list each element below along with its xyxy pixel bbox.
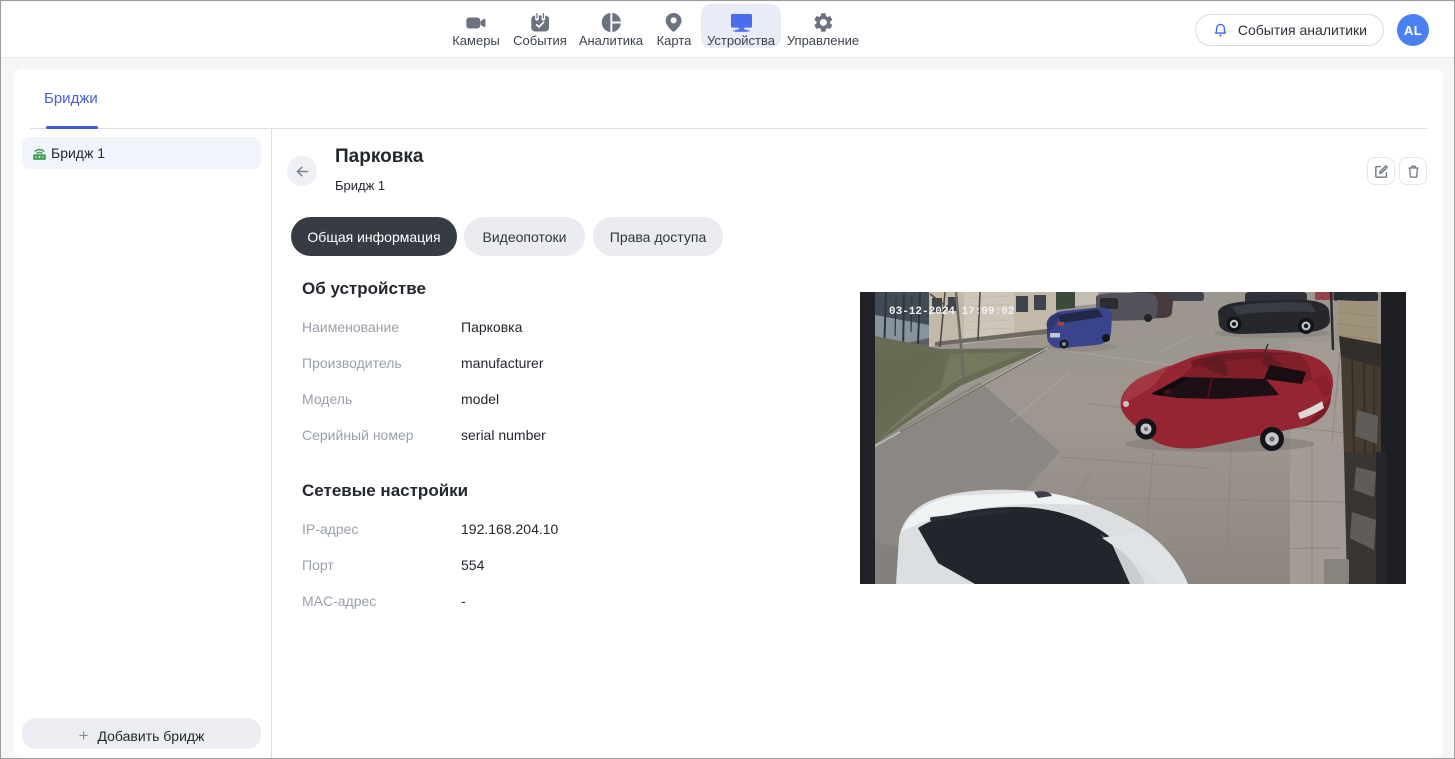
svg-text:03-12-2024 17:09:02: 03-12-2024 17:09:02 [889,306,1014,318]
